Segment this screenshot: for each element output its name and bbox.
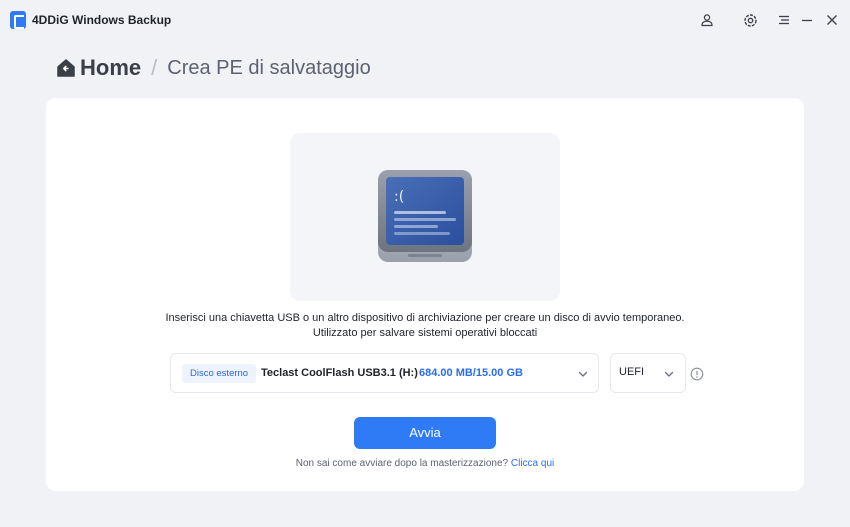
user-icon[interactable] [697,10,717,30]
sad-face-text: :( [394,189,404,205]
app-logo [10,11,26,29]
drive-name: Teclast CoolFlash USB3.1 (H:) [261,367,418,379]
close-icon[interactable] [822,10,842,30]
drive-capacity: 684.00 MB/15.00 GB [419,367,523,379]
menu-icon[interactable] [774,10,794,30]
instructions-line-2: Utilizzato per salvare sistemi operativi… [312,327,538,339]
help-text: Non sai come avviare dopo la masterizzaz… [46,458,804,469]
title-bar: 4DDiG Windows Backup [0,0,850,40]
settings-icon[interactable] [740,10,760,30]
instructions-line-1: Inserisci una chiavetta USB o un altro d… [165,312,685,324]
drive-type-badge: Disco esterno [182,364,257,383]
breadcrumb: Home / Crea PE di salvataggio [56,55,371,81]
monitor-error-illustration: :( [378,170,472,262]
minimize-icon[interactable] [797,10,817,30]
help-question: Non sai come avviare dopo la masterizzaz… [295,458,509,469]
main-card: :( Inserisci una chiavetta USB o un altr… [46,98,804,491]
app-title: 4DDiG Windows Backup [32,13,172,27]
illustration-panel: :( [290,133,560,301]
chevron-down-icon [578,371,588,377]
help-link[interactable]: Clicca qui [511,458,554,469]
start-button[interactable]: Avvia [354,417,496,449]
page-title: Crea PE di salvataggio [167,56,371,79]
boot-mode-value: UEFI [619,366,645,378]
home-back-icon[interactable] [56,58,76,78]
drive-dropdown[interactable]: Disco esterno Teclast CoolFlash USB3.1 (… [170,353,599,393]
instructions-text: Inserisci una chiavetta USB o un altro d… [46,311,804,341]
boot-mode-dropdown[interactable]: UEFI [610,353,686,393]
chevron-down-icon [664,371,674,377]
info-icon[interactable] [690,367,704,381]
breadcrumb-home[interactable]: Home [80,55,141,81]
breadcrumb-separator: / [151,55,158,80]
